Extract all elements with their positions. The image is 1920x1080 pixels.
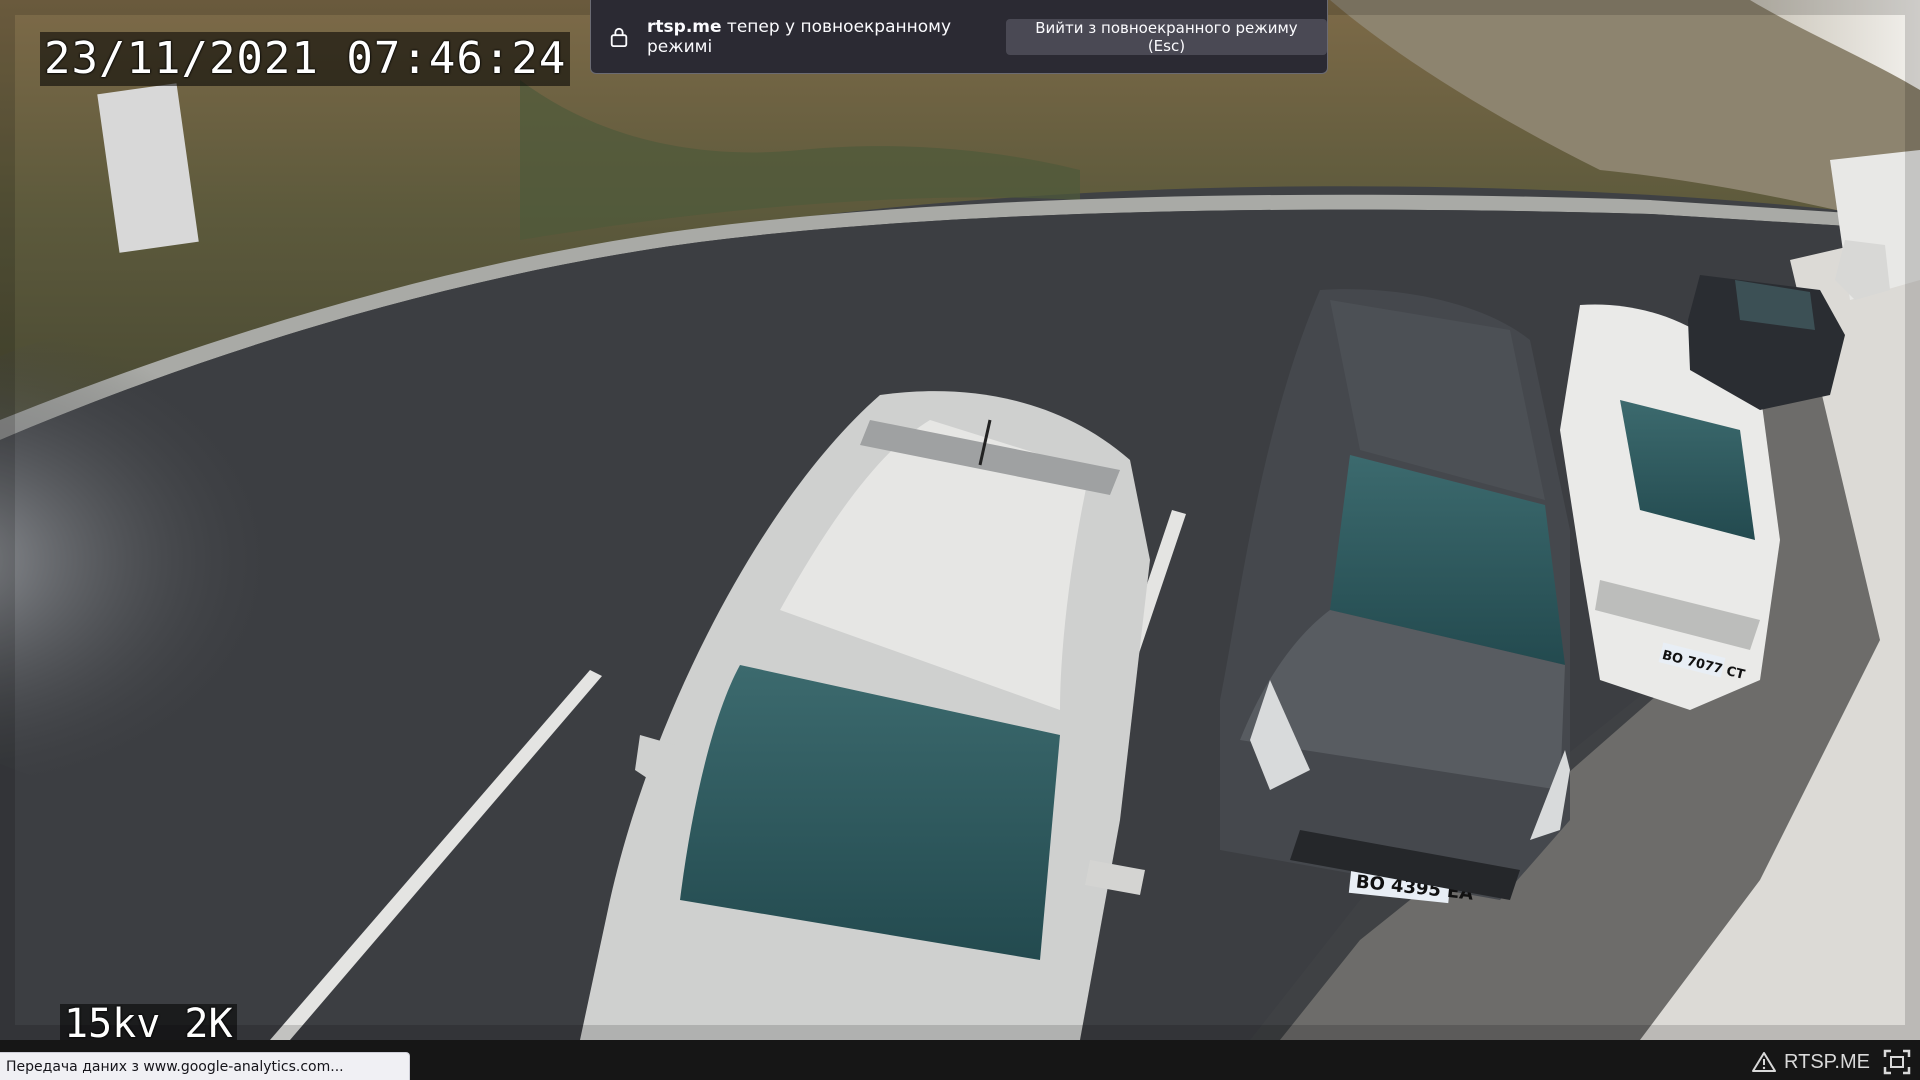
- osd-timestamp: 23/11/2021 07:46:24: [40, 32, 571, 86]
- fullscreen-message: rtsp.me тепер у повноекранному режимі: [647, 17, 988, 57]
- browser-status-text: Передача даних з www.google-analytics.co…: [0, 1052, 410, 1080]
- lock-icon: [610, 27, 628, 47]
- warning-icon: [1752, 1052, 1777, 1072]
- camera-video-frame[interactable]: BO 4395 EA BO 7077 CT 23/11/2021 07:46:2…: [0, 0, 1920, 1040]
- player-brand[interactable]: RTSP.ME: [1752, 1048, 1870, 1076]
- brand-label: RTSP.ME: [1784, 1050, 1870, 1073]
- osd-camera-label: 15kv 2K: [60, 1004, 237, 1040]
- fullscreen-notification: rtsp.me тепер у повноекранному режимі Ви…: [590, 0, 1328, 74]
- fullscreen-site: rtsp.me: [647, 16, 722, 37]
- fullscreen-icon[interactable]: [1882, 1048, 1912, 1076]
- exit-fullscreen-button[interactable]: Вийти з повноекранного режиму (Esc): [1005, 18, 1327, 55]
- camera-scene: BO 4395 EA BO 7077 CT: [0, 0, 1920, 1040]
